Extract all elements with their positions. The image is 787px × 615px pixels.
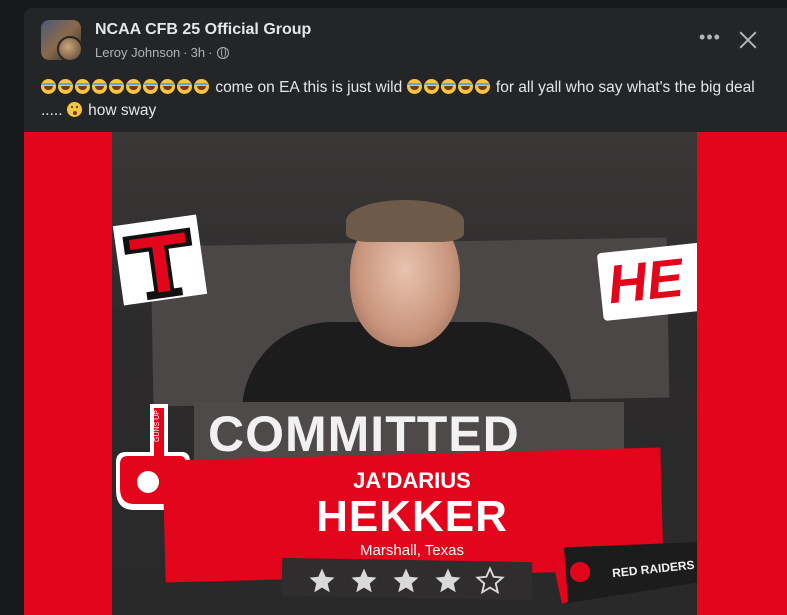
caption-text-c: how sway — [88, 102, 157, 119]
close-icon[interactable] — [737, 29, 759, 51]
laughing-emoji-icon — [474, 79, 490, 94]
author-link[interactable]: Leroy Johnson — [95, 45, 180, 60]
laughing-emoji-icon — [58, 79, 73, 94]
laughing-emoji-icon — [194, 79, 209, 94]
laughing-emoji-icon — [75, 79, 90, 94]
star-icon — [393, 568, 419, 593]
star-icon — [475, 566, 505, 595]
post-caption: come on EA this is just wild for all yal… — [41, 76, 776, 122]
laughing-emoji-icon — [109, 79, 124, 94]
star-icon — [309, 568, 335, 593]
group-avatar-icon[interactable] — [41, 20, 81, 60]
post-image[interactable]: HE GUNS UP COMMITTED JA'DARIUS HEKKER Ma… — [24, 132, 787, 615]
laughing-emoji-icon — [457, 79, 473, 94]
more-options-icon[interactable]: ••• — [699, 28, 721, 50]
player-first-name: JA'DARIUS — [353, 468, 471, 493]
globe-icon — [217, 46, 230, 59]
laughing-emoji-icon — [92, 79, 107, 94]
player-hair — [346, 200, 464, 242]
laughing-emoji-icon — [41, 79, 56, 94]
laughing-emoji-group — [406, 79, 492, 96]
star-icon — [435, 568, 461, 593]
group-name-link[interactable]: NCAA CFB 25 Official Group — [95, 21, 311, 39]
laughing-emoji-icon — [177, 79, 192, 94]
meta-separator: · — [208, 45, 213, 60]
star-icon — [351, 568, 377, 593]
commitment-graphic: HE GUNS UP COMMITTED JA'DARIUS HEKKER Ma… — [112, 132, 697, 615]
laughing-emoji-icon — [160, 79, 175, 94]
laughing-emoji-group — [41, 79, 211, 96]
post-header: NCAA CFB 25 Official Group Leroy Johnson… — [24, 8, 787, 70]
laughing-emoji-icon — [406, 79, 422, 94]
post-time-link[interactable]: 3h — [191, 45, 205, 60]
laughing-emoji-icon — [423, 79, 439, 94]
laughing-emoji-icon — [143, 79, 158, 94]
caption-text-a: come on EA this is just wild — [215, 79, 403, 96]
laughing-emoji-icon — [126, 79, 141, 94]
author-avatar[interactable] — [57, 36, 81, 60]
laughing-emoji-icon — [440, 79, 456, 94]
meta-separator: · — [183, 45, 188, 60]
post-meta: Leroy Johnson · 3h · — [95, 45, 230, 60]
facebook-post-card: NCAA CFB 25 Official Group Leroy Johnson… — [24, 8, 787, 615]
side-badge-text: HE — [605, 247, 686, 316]
texas-tech-logo — [112, 214, 208, 306]
side-badge: HE — [596, 240, 697, 322]
player-hometown: Marshall, Texas — [360, 542, 464, 559]
hushed-emoji-icon — [66, 102, 82, 117]
player-last-name: HEKKER — [316, 492, 508, 541]
foam-finger-text: GUNS UP — [154, 410, 161, 442]
